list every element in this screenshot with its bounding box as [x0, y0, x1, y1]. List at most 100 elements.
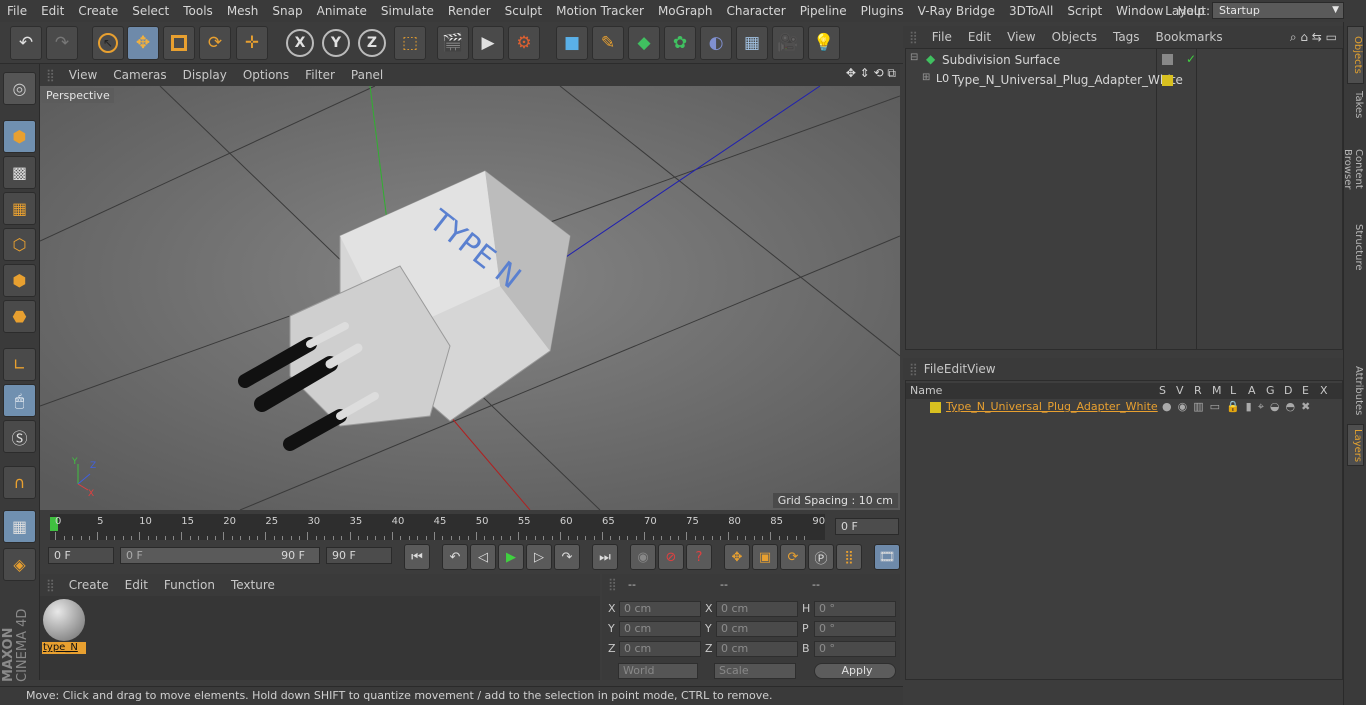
menu-file[interactable]: File — [0, 0, 34, 22]
material-menu-function[interactable]: Function — [156, 578, 223, 592]
pos-z-field[interactable]: 0 cm — [619, 641, 701, 657]
autokey-icon[interactable]: ⊘ — [658, 544, 684, 570]
polygons-mode-icon[interactable]: ⬣ — [3, 300, 36, 333]
next-key-icon[interactable]: ↷ — [554, 544, 580, 570]
size-z-field[interactable]: 0 cm — [716, 641, 798, 657]
tweak-mode-icon[interactable]: 🖱 — [3, 384, 36, 417]
menu-simulate[interactable]: Simulate — [374, 0, 441, 22]
viewport-menu-options[interactable]: Options — [235, 68, 297, 82]
current-frame-field[interactable]: 0 F — [835, 518, 899, 535]
key-pla-icon[interactable]: ⣿ — [836, 544, 862, 570]
menu-motion-tracker[interactable]: Motion Tracker — [549, 0, 651, 22]
tab-objects[interactable]: Objects — [1347, 26, 1364, 84]
menu-mesh[interactable]: Mesh — [220, 0, 266, 22]
menu-pipeline[interactable]: Pipeline — [793, 0, 854, 22]
layer-color-swatch[interactable] — [1162, 75, 1173, 86]
menu-animate[interactable]: Animate — [310, 0, 374, 22]
timeline[interactable]: 0 5 10 15 20 25 30 35 40 45 50 55 60 65 70 75 80 85 90 0 F — [40, 512, 900, 542]
menu-render[interactable]: Render — [441, 0, 498, 22]
previous-key-icon[interactable]: ↶ — [442, 544, 468, 570]
x-axis-icon[interactable]: X — [286, 29, 314, 57]
menu-3dtoall[interactable]: 3DToAll — [1002, 0, 1060, 22]
undo-icon[interactable]: ↶ — [10, 26, 42, 60]
menu-plugins[interactable]: Plugins — [854, 0, 911, 22]
objmgr-menu-edit[interactable]: Edit — [960, 30, 999, 44]
frame-range-slider[interactable]: 0 F 90 F — [120, 547, 320, 564]
menu-script[interactable]: Script — [1060, 0, 1109, 22]
rotate-icon[interactable]: ⟳ — [199, 26, 231, 60]
mograph-icon[interactable]: ✿ — [664, 26, 696, 60]
viewport-menu-display[interactable]: Display — [175, 68, 235, 82]
menu-tools[interactable]: Tools — [176, 0, 220, 22]
layermgr-menu-view[interactable]: View — [967, 362, 995, 376]
tab-content-browser[interactable]: Content Browser — [1342, 126, 1364, 212]
previous-frame-icon[interactable]: ◁ — [470, 544, 496, 570]
select-icon[interactable]: ↖ — [92, 26, 124, 60]
play-icon[interactable]: ▶ — [498, 544, 524, 570]
objmgr-menu-bookmarks[interactable]: Bookmarks — [1148, 30, 1231, 44]
camera-icon[interactable]: 🎥 — [772, 26, 804, 60]
objmgr-menu-tags[interactable]: Tags — [1105, 30, 1148, 44]
object-row-plug[interactable]: ⊞ L0 Type_N_Universal_Plug_Adapter_White — [906, 72, 1342, 90]
material-menu-texture[interactable]: Texture — [223, 578, 283, 592]
apply-button[interactable]: Apply — [814, 663, 896, 679]
pos-x-field[interactable]: 0 cm — [619, 601, 701, 617]
material-menu-edit[interactable]: Edit — [117, 578, 156, 592]
menu-select[interactable]: Select — [125, 0, 176, 22]
menu-window[interactable]: Window — [1109, 0, 1170, 22]
key-scale-icon[interactable]: ▣ — [752, 544, 778, 570]
viewport-menu-cameras[interactable]: Cameras — [105, 68, 174, 82]
texture-mode-icon[interactable]: ▩ — [3, 156, 36, 189]
check-icon[interactable]: ✓ — [1186, 52, 1196, 66]
render-settings-icon[interactable]: ⚙ — [508, 26, 540, 60]
menu-snap[interactable]: Snap — [265, 0, 309, 22]
help-key-icon[interactable]: ? — [686, 544, 712, 570]
cube-icon[interactable]: ■ — [556, 26, 588, 60]
search-home-icons[interactable]: ⌕ ⌂ ⇆ ▭ — [1290, 30, 1337, 45]
tab-layers[interactable]: Layers — [1347, 424, 1364, 466]
record-keys-icon[interactable]: ◉ — [630, 544, 656, 570]
menu-mograph[interactable]: MoGraph — [651, 0, 720, 22]
next-frame-icon[interactable]: ▷ — [526, 544, 552, 570]
layer-flag-icons[interactable]: ●◉▥▭🔒▮⌖◒◓✖ — [1162, 400, 1316, 414]
visibility-dot[interactable] — [1162, 54, 1173, 65]
start-frame-field[interactable]: 0 F — [48, 547, 114, 564]
material-menu-create[interactable]: Create — [61, 578, 117, 592]
points-mode-icon[interactable]: ⬡ — [3, 228, 36, 261]
edges-mode-icon[interactable]: ⬢ — [3, 264, 36, 297]
layermgr-menu-file[interactable]: File — [924, 362, 944, 376]
render-view-icon[interactable]: 🎬 — [437, 26, 469, 60]
snap-magnet-icon[interactable]: ∩ — [3, 466, 36, 499]
tab-takes[interactable]: Takes — [1347, 86, 1364, 124]
timeline-ruler[interactable]: 0 5 10 15 20 25 30 35 40 45 50 55 60 65 70 75 80 85 90 — [50, 514, 825, 540]
move-icon[interactable]: ✥ — [127, 26, 159, 60]
layer-color-swatch[interactable] — [930, 402, 941, 413]
objmgr-menu-view[interactable]: View — [999, 30, 1043, 44]
key-move-icon[interactable]: ✥ — [724, 544, 750, 570]
objmgr-menu-file[interactable]: File — [924, 30, 960, 44]
go-to-end-icon[interactable]: ⏭ — [592, 544, 618, 570]
coordinate-system-icon[interactable]: ⬚ — [394, 26, 426, 60]
timeline-window-icon[interactable]: 🎞 — [874, 544, 900, 570]
viewport-nav-icons[interactable]: ✥ ⇕ ⟲ ⧉ — [846, 66, 896, 81]
menu-vray-bridge[interactable]: V-Ray Bridge — [911, 0, 1002, 22]
deformer-icon[interactable]: ◐ — [700, 26, 732, 60]
viewport-menu-view[interactable]: View — [61, 68, 105, 82]
viewport-menu-panel[interactable]: Panel — [343, 68, 391, 82]
tree-collapse-icon[interactable]: ⊟ — [910, 52, 918, 63]
workplane-snap-icon[interactable]: ▦ — [3, 510, 36, 543]
tab-attributes[interactable]: Attributes — [1347, 362, 1364, 420]
key-param-icon[interactable]: Ⓟ — [808, 544, 834, 570]
size-x-field[interactable]: 0 cm — [716, 601, 798, 617]
key-rotate-icon[interactable]: ⟳ — [780, 544, 806, 570]
floor-icon[interactable]: ▦ — [736, 26, 768, 60]
object-row-subdivision[interactable]: ⊟ ◆ Subdivision Surface ✓ — [906, 52, 1342, 70]
y-axis-icon[interactable]: Y — [322, 29, 350, 57]
lock-workplane-icon[interactable]: ◈ — [3, 548, 36, 581]
make-editable-icon[interactable]: ◎ — [3, 72, 36, 105]
layermgr-menu-edit[interactable]: Edit — [944, 362, 967, 376]
z-axis-icon[interactable]: Z — [358, 29, 386, 57]
coord-mode-select[interactable]: World — [618, 663, 698, 679]
size-mode-select[interactable]: Scale — [714, 663, 796, 679]
solo-icon[interactable]: Ⓢ — [3, 420, 36, 453]
